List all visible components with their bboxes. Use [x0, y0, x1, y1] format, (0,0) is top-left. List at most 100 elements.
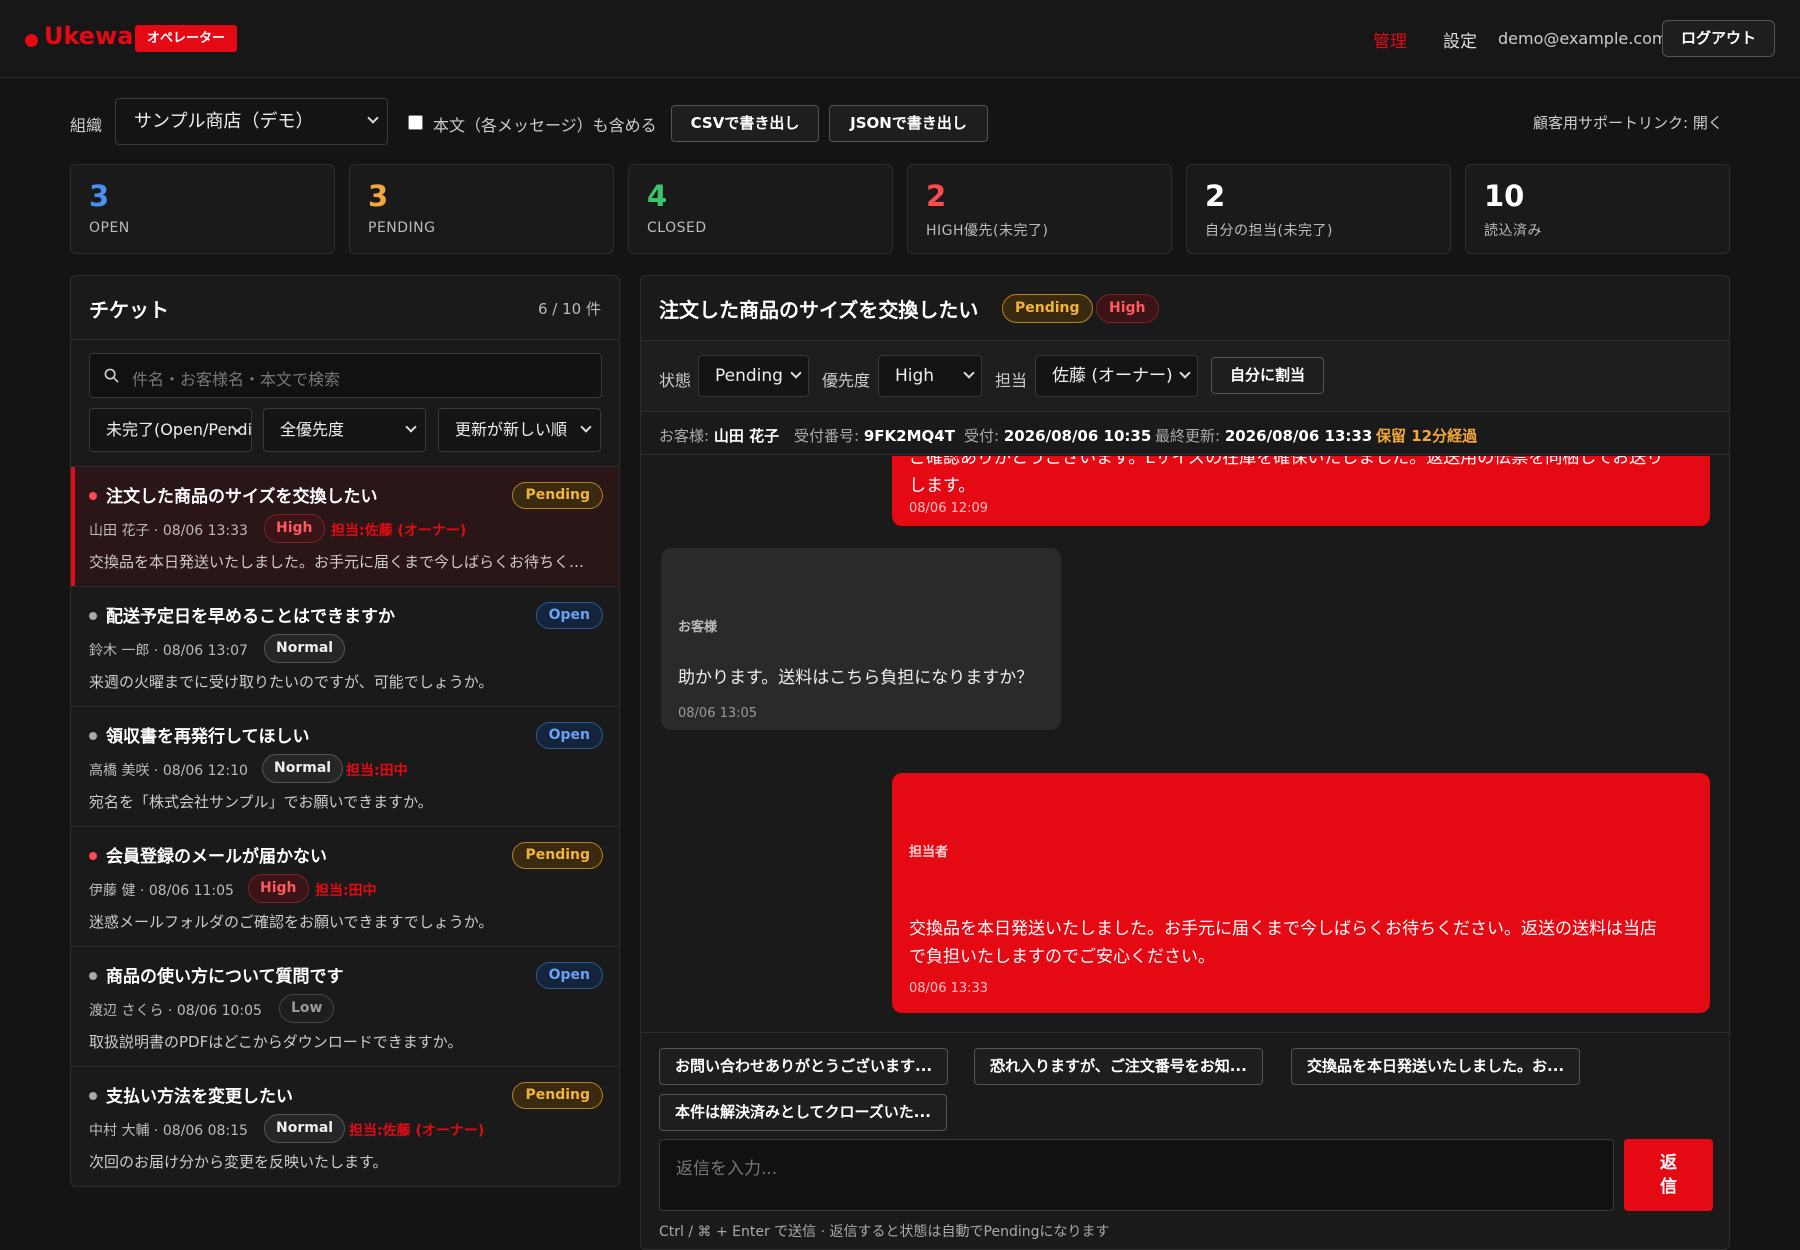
status-select-value: Pending: [715, 366, 783, 386]
chevron-down-icon: [963, 367, 975, 379]
ticket-meta: 渡辺 さくら · 08/06 10:05: [89, 1003, 262, 1019]
message-bubble-staff: 担当者 交換品を本日発送いたしました。お手元に届くまで今しばらくお待ちください。…: [892, 773, 1710, 1013]
stat-card-mine: 2 自分の担当(未完了): [1186, 164, 1451, 254]
org-select-value: サンプル商店（デモ）: [134, 111, 314, 132]
receipt-info-value: 9FK2MQ4T: [863, 427, 955, 445]
customer-info: お客様: 山田 花子: [659, 425, 779, 446]
priority-badge: Normal: [264, 1114, 346, 1143]
ticket-time: 08/06 08:15: [162, 1123, 248, 1139]
stat-value: 3: [368, 179, 389, 213]
send-reply-label: 返信: [1660, 1153, 1677, 1197]
ticket-list-item[interactable]: 支払い方法を変更したい Pending 中村 大輔 · 08/06 08:15 …: [71, 1066, 619, 1186]
ticket-list-item[interactable]: 配送予定日を早めることはできますか Open 鈴木 一郎 · 08/06 13:…: [71, 586, 619, 706]
stat-value: 2: [926, 179, 947, 213]
stat-label: 自分の担当(未完了): [1205, 223, 1333, 239]
received-info-label: 受付:: [964, 427, 1000, 445]
status-filter-select[interactable]: 未完了(Open/Pending): [89, 408, 252, 452]
priority-select[interactable]: High: [878, 355, 982, 397]
nav-settings-link[interactable]: 設定: [1443, 27, 1477, 52]
assignee-label: 担当: [995, 371, 1028, 390]
template-button[interactable]: 恐れ入りますが、ご注文番号をお知...: [974, 1048, 1263, 1085]
message-time: 08/06 13:33: [909, 981, 989, 996]
user-email: demo@example.com: [1498, 29, 1668, 48]
ticket-list-item[interactable]: 注文した商品のサイズを交換したい Pending 山田 花子 · 08/06 1…: [71, 466, 619, 586]
message-text-line: ご確認ありがとうございます。Lサイズの在庫を確保いたしました。返送用の伝票を同梱…: [909, 456, 1664, 468]
assignee-select[interactable]: 佐藤 (オーナー): [1035, 355, 1198, 397]
priority-badge: Low: [279, 994, 335, 1023]
ticket-meta: 山田 花子 · 08/06 13:33: [89, 523, 248, 539]
ticket-list-panel: チケット 6 / 10 件 件名・お客様名・本文で検索 未完了(Open/Pen…: [70, 275, 620, 1187]
ticket-meta: 高橋 美咲 · 08/06 12:10: [89, 763, 248, 779]
logo-dot-icon: [25, 34, 38, 47]
message-text-line: 交換品を本日発送いたしました。お手元に届くまで今しばらくお待ちください。返送の送…: [909, 919, 1657, 939]
ticket-info-bar: お客様: 山田 花子 受付番号: 9FK2MQ4T 受付: 2026/08/06…: [641, 412, 1729, 455]
chevron-down-icon: [405, 421, 417, 433]
stat-value: 3: [89, 179, 110, 213]
logout-button[interactable]: ログアウト: [1662, 20, 1775, 57]
stat-card-closed: 4 CLOSED: [628, 164, 893, 254]
reply-input[interactable]: 返信を入力...: [659, 1139, 1614, 1211]
assign-me-button[interactable]: 自分に割当: [1211, 357, 1324, 394]
org-select[interactable]: サンプル商店（デモ）: [115, 98, 388, 145]
status-filter-value: 未完了(Open/Pending): [106, 420, 252, 439]
support-link[interactable]: 顧客用サポートリンク: 開く: [1533, 112, 1723, 133]
ticket-assignee: 担当:佐藤 (オーナー): [331, 523, 467, 539]
hold-timer: 保留 12分経過: [1376, 427, 1478, 445]
message-text-line: します。: [909, 476, 976, 496]
updated-info-label: 最終更新:: [1155, 427, 1221, 445]
ticket-list-title: チケット: [89, 298, 169, 322]
priority-badge: High: [248, 874, 309, 903]
read-dot-icon: [89, 1092, 97, 1100]
detail-controls: 状態 Pending 優先度 High 担当 佐藤 (オーナー) 自分に割当: [641, 340, 1729, 412]
export-csv-button[interactable]: CSVで書き出し: [671, 105, 819, 142]
status-badge: Pending: [512, 1082, 603, 1109]
export-json-button[interactable]: JSONで書き出し: [829, 105, 988, 142]
priority-filter-select[interactable]: 全優先度: [263, 408, 426, 452]
ticket-time: 08/06 10:05: [176, 1003, 262, 1019]
ticket-title: 領収書を再発行してほしい: [106, 727, 310, 747]
search-input[interactable]: 件名・お客様名・本文で検索: [89, 353, 602, 398]
ticket-detail-panel: 注文した商品のサイズを交換したい Pending High 状態 Pending…: [640, 275, 1730, 1250]
org-label: 組織: [70, 116, 103, 135]
sort-select[interactable]: 更新が新しい順: [438, 408, 601, 452]
search-icon: [104, 368, 119, 383]
ticket-assignee: 担当:佐藤 (オーナー): [349, 1123, 485, 1139]
status-select[interactable]: Pending: [698, 355, 809, 397]
logo[interactable]: Ukewa: [44, 22, 133, 50]
ticket-list-item[interactable]: 商品の使い方について質問です Open 渡辺 さくら · 08/06 10:05…: [71, 946, 619, 1066]
keyboard-hint: Ctrl / ⌘ + Enter で送信 · 返信すると状態は自動でPendin…: [659, 1224, 1110, 1240]
status-badge: Open: [535, 722, 603, 749]
ticket-title: 会員登録のメールが届かない: [106, 847, 327, 867]
send-reply-button[interactable]: 返信: [1624, 1139, 1713, 1211]
message-time: 08/06 13:05: [678, 706, 758, 721]
ticket-preview: 交換品を本日発送いたしました。お手元に届くまで今しばらくお待ちください。: [89, 553, 599, 571]
stat-card-loaded: 10 読込済み: [1465, 164, 1730, 254]
template-button[interactable]: 本件は解決済みとしてクローズいた...: [659, 1094, 947, 1131]
template-button[interactable]: お問い合わせありがとうございます...: [659, 1048, 949, 1085]
ticket-title: 支払い方法を変更したい: [106, 1087, 293, 1107]
read-dot-icon: [89, 732, 97, 740]
message-sender: お客様: [678, 620, 718, 635]
message-time: 08/06 12:09: [909, 501, 989, 516]
received-info-value: 2026/08/06 10:35: [1003, 427, 1152, 445]
ticket-title: 注文した商品のサイズを交換したい: [106, 487, 378, 507]
ticket-list-item[interactable]: 領収書を再発行してほしい Open 高橋 美咲 · 08/06 12:10 No…: [71, 706, 619, 826]
priority-label: 優先度: [822, 371, 871, 390]
include-body-label[interactable]: 本文（各メッセージ）も含める: [433, 112, 657, 136]
include-body-checkbox[interactable]: [408, 115, 423, 130]
message-bubble-staff: ご確認ありがとうございます。Lサイズの在庫を確保いたしました。返送用の伝票を同梱…: [892, 456, 1710, 526]
search-placeholder: 件名・お客様名・本文で検索: [132, 370, 341, 389]
stat-card-high: 2 HIGH優先(未完了): [907, 164, 1172, 254]
priority-filter-value: 全優先度: [280, 420, 345, 439]
ticket-time: 08/06 13:07: [162, 643, 248, 659]
top-bar: Ukewa オペレーター 管理 設定 demo@example.com ログアウ…: [0, 0, 1800, 78]
status-badge: Open: [535, 962, 603, 989]
assignee-select-value: 佐藤 (オーナー): [1052, 366, 1173, 386]
ticket-list-item[interactable]: 会員登録のメールが届かない Pending 伊藤 健 · 08/06 11:05…: [71, 826, 619, 946]
status-label: 状態: [659, 371, 692, 390]
nav-admin-link[interactable]: 管理: [1373, 27, 1407, 52]
unread-dot-icon: [89, 852, 97, 860]
template-button[interactable]: 交換品を本日発送いたしました。お...: [1291, 1048, 1581, 1085]
ticket-customer: 山田 花子: [89, 523, 150, 539]
stat-label: 読込済み: [1484, 223, 1542, 239]
